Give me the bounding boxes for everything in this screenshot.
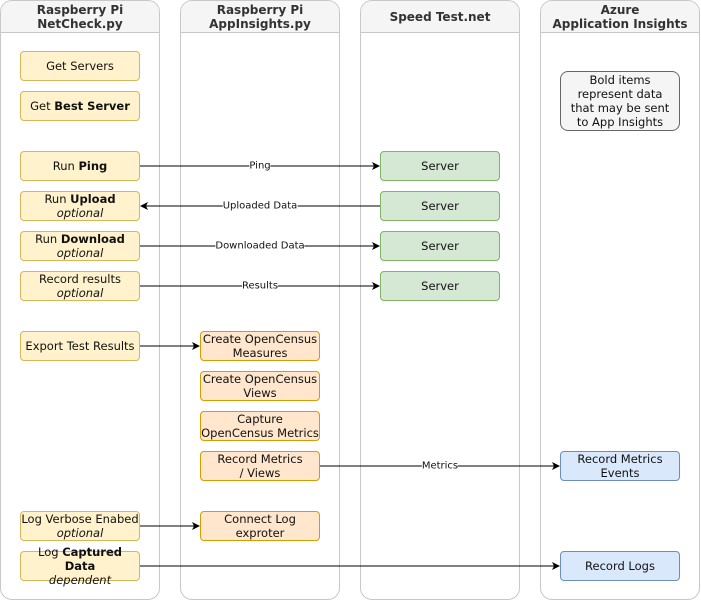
edge-label-metrics: Metrics (421, 460, 459, 472)
server-node[interactable]: Server (380, 231, 500, 261)
edge-label-uploaded: Uploaded Data (222, 200, 298, 212)
record-metrics-node[interactable]: Record Metrics / Views (200, 451, 320, 481)
node-label: Create OpenCensus Measures (202, 332, 318, 360)
get-servers-node[interactable]: Get Servers (20, 51, 140, 81)
node-label: Server (421, 279, 459, 293)
node-note: optional (56, 246, 104, 260)
node-label: Record Logs (585, 559, 655, 573)
node-label-bold: Download (60, 232, 125, 246)
node-label: Log Verbose Enabed (21, 512, 139, 526)
node-label: Server (421, 159, 459, 173)
legend-note: Bold items represent data that may be se… (560, 71, 680, 131)
get-best-server-node[interactable]: Get Best Server (20, 91, 140, 121)
node-note: optional (56, 286, 104, 300)
node-label: Run (52, 159, 79, 173)
node-label: Record Metrics / Views (217, 452, 303, 480)
server-node[interactable]: Server (380, 191, 500, 221)
node-label: Connect Log exproter (224, 512, 296, 540)
node-label: Get Servers (46, 59, 114, 73)
node-label-bold: Upload (70, 192, 116, 206)
node-label-bold: Ping (78, 159, 108, 173)
node-label: Get (30, 99, 55, 113)
node-label: Run (35, 232, 61, 246)
node-label: Capture OpenCensus Metrics (201, 412, 319, 440)
node-note: optional (56, 206, 104, 220)
node-label: Record Metrics Events (577, 452, 663, 480)
node-label: Server (421, 199, 459, 213)
node-label: Create OpenCensus Views (202, 372, 318, 400)
edge-label-results: Results (241, 280, 279, 292)
node-note: dependent (48, 573, 112, 587)
log-verbose-node[interactable]: Log Verbose Enabed optional (20, 511, 140, 541)
node-label-bold: Captured Data (62, 545, 123, 573)
export-test-results-node[interactable]: Export Test Results (20, 331, 140, 361)
server-node[interactable]: Server (380, 271, 500, 301)
server-node[interactable]: Server (380, 151, 500, 181)
create-measures-node[interactable]: Create OpenCensus Measures (200, 331, 320, 361)
log-captured-data-node[interactable]: Log Captured Data dependent (20, 545, 140, 587)
connect-log-exporter-node[interactable]: Connect Log exproter (200, 511, 320, 541)
node-label: Record results (39, 272, 121, 286)
diagram-canvas: Raspberry Pi NetCheck.py Raspberry Pi AppI… (0, 0, 701, 601)
edge-label-ping: Ping (249, 160, 271, 172)
edge-label-downloaded: Downloaded Data (215, 240, 305, 252)
capture-metrics-node[interactable]: Capture OpenCensus Metrics (200, 411, 320, 441)
node-label-bold: Best Server (54, 99, 130, 113)
run-ping-node[interactable]: Run Ping (20, 151, 140, 181)
create-views-node[interactable]: Create OpenCensus Views (200, 371, 320, 401)
note-text: Bold items represent data that may be se… (570, 73, 670, 129)
record-logs-node[interactable]: Record Logs (560, 551, 680, 581)
node-label: Log (37, 545, 63, 559)
node-label: Run (44, 192, 71, 206)
node-note: optional (56, 526, 104, 540)
node-label: Server (421, 239, 459, 253)
run-upload-node[interactable]: Run Upload optional (20, 191, 140, 221)
node-label: Export Test Results (25, 339, 135, 353)
record-metrics-events-node[interactable]: Record Metrics Events (560, 451, 680, 481)
run-download-node[interactable]: Run Download optional (20, 231, 140, 261)
record-results-node[interactable]: Record results optional (20, 271, 140, 301)
